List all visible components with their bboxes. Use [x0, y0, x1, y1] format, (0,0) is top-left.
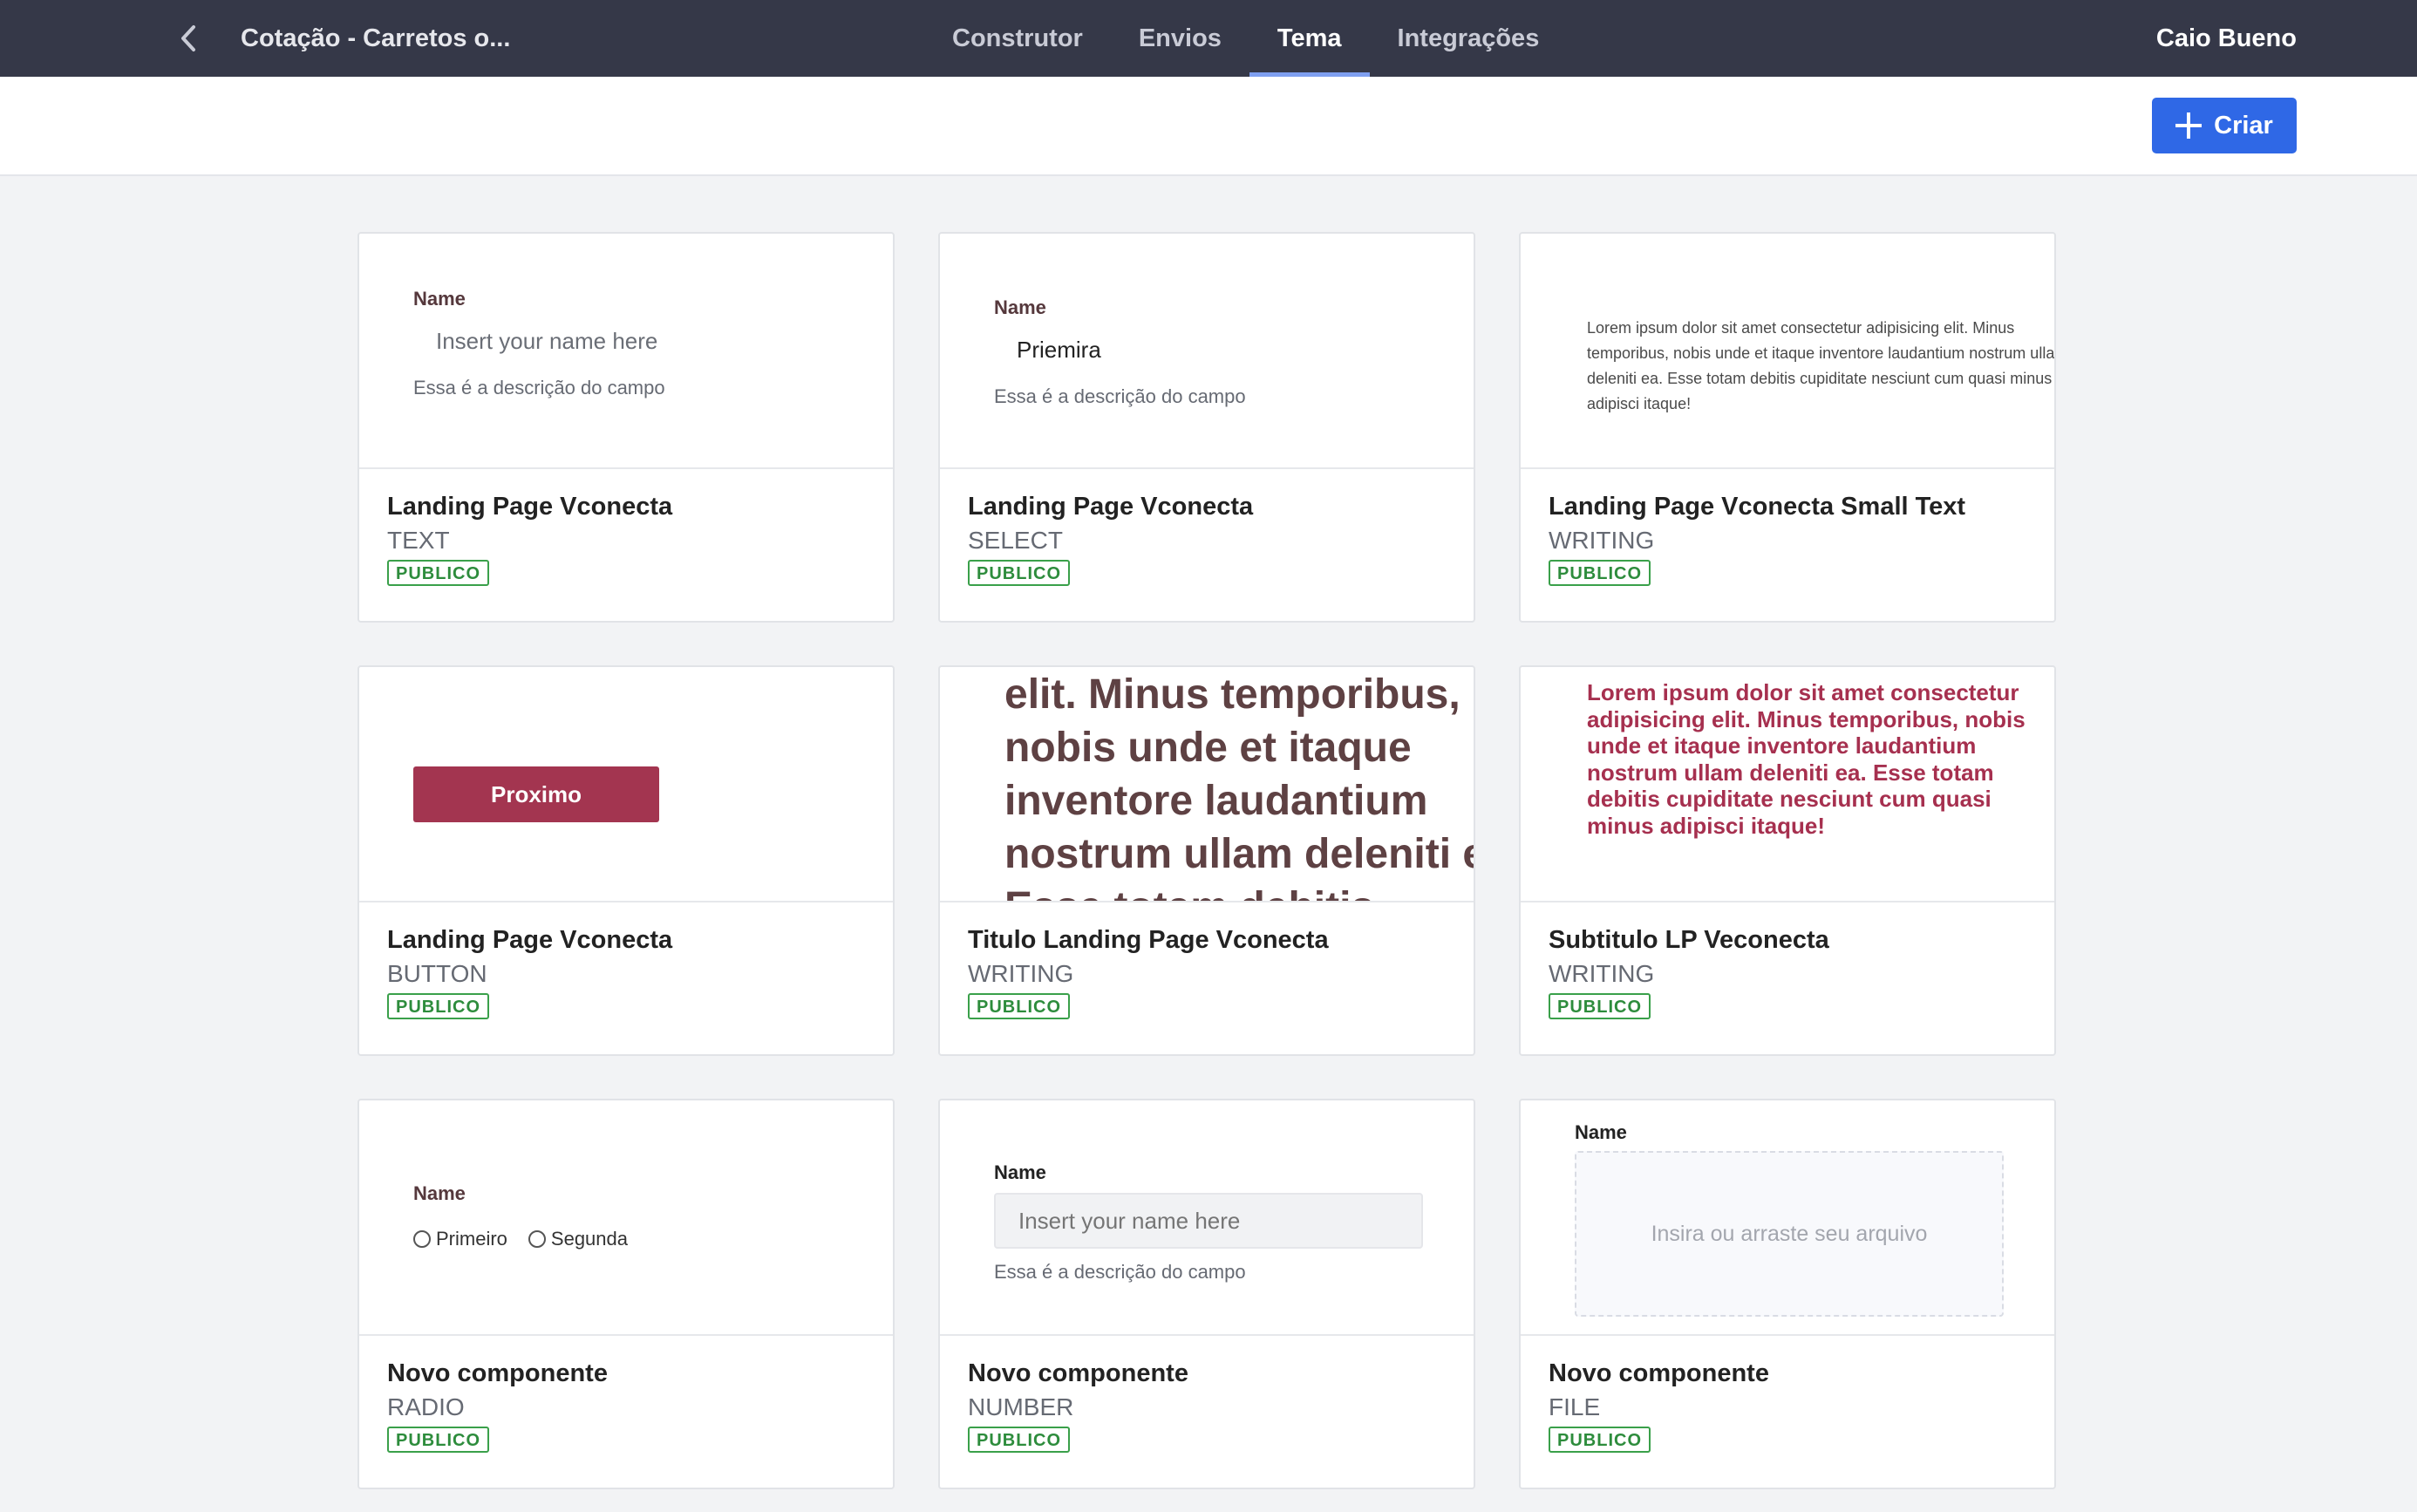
component-card[interactable]: Name Insira ou arraste seu arquivo Novo …: [1519, 1099, 2056, 1489]
component-card[interactable]: Name Primeiro Segunda Novo componente RA…: [357, 1099, 895, 1489]
component-card[interactable]: Name Insert your name here Essa é a desc…: [357, 232, 895, 623]
card-info: Novo componente RADIO PUBLICO: [387, 1359, 872, 1453]
component-card[interactable]: Proximo Landing Page Vconecta BUTTON PUB…: [357, 665, 895, 1056]
card-preview-button: Proximo: [359, 667, 893, 902]
component-card[interactable]: Name Priemira Essa é a descrição do camp…: [938, 232, 1475, 623]
card-title: Landing Page Vconecta: [968, 493, 1254, 521]
preview-radio-group: Primeiro Segunda: [413, 1228, 628, 1250]
card-preview-file: Name Insira ou arraste seu arquivo: [1521, 1100, 2054, 1336]
card-type: WRITING: [1549, 960, 1655, 987]
card-info: Novo componente NUMBER PUBLICO: [968, 1359, 1453, 1453]
toolbar: Criar: [0, 77, 2417, 176]
preview-next-button[interactable]: Proximo: [413, 766, 659, 822]
card-title: Landing Page Vconecta: [387, 926, 673, 954]
card-info: Novo componente FILE PUBLICO: [1549, 1359, 2033, 1453]
preview-file-dropzone[interactable]: Insira ou arraste seu arquivo: [1575, 1151, 2004, 1317]
card-type: FILE: [1549, 1393, 1601, 1420]
tab-construtor[interactable]: Construtor: [924, 0, 1111, 77]
card-info: Landing Page Vconecta TEXT PUBLICO: [387, 492, 872, 586]
card-title: Landing Page Vconecta Small Text: [1549, 493, 1966, 521]
radio-option-label: Segunda: [550, 1228, 628, 1250]
card-title: Novo componente: [1549, 1359, 1769, 1387]
preview-field-label: Name: [994, 296, 1046, 318]
component-card[interactable]: consectetur adipisicing elit. Minus temp…: [938, 665, 1475, 1056]
radio-circle-icon[interactable]: [413, 1230, 431, 1248]
card-info: Landing Page Vconecta Small Text WRITING…: [1549, 492, 2033, 586]
create-button-label: Criar: [2214, 111, 2273, 140]
card-preview-subtitle: Lorem ipsum dolor sit amet consectetur a…: [1521, 667, 2054, 902]
user-menu[interactable]: Caio Bueno: [2156, 21, 2297, 56]
form-title[interactable]: Cotação - Carretos o...: [241, 21, 510, 56]
card-preview-radio: Name Primeiro Segunda: [359, 1100, 893, 1336]
card-type: NUMBER: [968, 1393, 1074, 1420]
status-badge: PUBLICO: [968, 560, 1070, 586]
preview-text-input: Insert your name here: [436, 328, 658, 354]
radio-option-label: Primeiro: [436, 1228, 507, 1250]
card-type: WRITING: [968, 960, 1074, 987]
preview-field-label: Name: [1575, 1121, 1627, 1143]
card-preview-select: Name Priemira Essa é a descrição do camp…: [940, 234, 1474, 469]
preview-field-description: Essa é a descrição do campo: [994, 1261, 1246, 1283]
preview-small-text: Lorem ipsum dolor sit amet consectetur a…: [1587, 319, 2054, 412]
tab-integracoes[interactable]: Integrações: [1370, 0, 1568, 77]
chevron-left-icon: [181, 25, 195, 51]
status-badge: PUBLICO: [1549, 560, 1651, 586]
status-badge: PUBLICO: [1549, 1427, 1651, 1453]
component-card[interactable]: Lorem ipsum dolor sit amet consectetur a…: [1519, 232, 2056, 623]
card-title: Subtitulo LP Veconecta: [1549, 926, 1829, 954]
radio-option-segunda[interactable]: Segunda: [528, 1228, 628, 1250]
card-type: TEXT: [387, 527, 450, 554]
tab-envios[interactable]: Envios: [1111, 0, 1249, 77]
card-preview-text: Name Insert your name here Essa é a desc…: [359, 234, 893, 469]
plus-icon: [2175, 112, 2203, 139]
preview-subtitle-text: Lorem ipsum dolor sit amet consectetur a…: [1587, 679, 2026, 839]
status-badge: PUBLICO: [387, 1427, 489, 1453]
card-title: Titulo Landing Page Vconecta: [968, 926, 1329, 954]
status-badge: PUBLICO: [1549, 993, 1651, 1019]
radio-circle-icon[interactable]: [528, 1230, 546, 1248]
card-preview-title: consectetur adipisicing elit. Minus temp…: [940, 667, 1474, 902]
card-type: RADIO: [387, 1393, 465, 1420]
card-title: Novo componente: [387, 1359, 608, 1387]
status-badge: PUBLICO: [968, 1427, 1070, 1453]
card-title: Novo componente: [968, 1359, 1188, 1387]
card-info: Landing Page Vconecta BUTTON PUBLICO: [387, 925, 872, 1019]
card-preview-number: Name Essa é a descrição do campo: [940, 1100, 1474, 1336]
card-info: Titulo Landing Page Vconecta WRITING PUB…: [968, 925, 1453, 1019]
create-button[interactable]: Criar: [2152, 98, 2297, 153]
preview-number-input[interactable]: [994, 1193, 1423, 1249]
preview-title-text: consectetur adipisicing elit. Minus temp…: [1004, 671, 1474, 901]
status-badge: PUBLICO: [387, 993, 489, 1019]
preview-field-description: Essa é a descrição do campo: [413, 377, 665, 398]
card-preview-small-text: Lorem ipsum dolor sit amet consectetur a…: [1521, 234, 2054, 469]
component-card[interactable]: Name Essa é a descrição do campo Novo co…: [938, 1099, 1475, 1489]
top-navbar: Cotação - Carretos o... Construtor Envio…: [0, 0, 2417, 77]
card-info: Subtitulo LP Veconecta WRITING PUBLICO: [1549, 925, 2033, 1019]
tab-tema[interactable]: Tema: [1249, 0, 1370, 77]
card-title: Landing Page Vconecta: [387, 493, 673, 521]
status-badge: PUBLICO: [968, 993, 1070, 1019]
preview-field-label: Name: [994, 1161, 1046, 1183]
card-info: Landing Page Vconecta SELECT PUBLICO: [968, 492, 1453, 586]
preview-select-value: Priemira: [1017, 337, 1101, 363]
preview-field-label: Name: [413, 1182, 466, 1204]
card-type: SELECT: [968, 527, 1063, 554]
card-type: WRITING: [1549, 527, 1655, 554]
nav-tabs: Construtor Envios Tema Integrações: [924, 0, 1567, 77]
radio-option-primeiro[interactable]: Primeiro: [413, 1228, 507, 1250]
preview-field-description: Essa é a descrição do campo: [994, 385, 1246, 407]
card-type: BUTTON: [387, 960, 487, 987]
component-card[interactable]: Lorem ipsum dolor sit amet consectetur a…: [1519, 665, 2056, 1056]
back-button[interactable]: [171, 21, 206, 56]
status-badge: PUBLICO: [387, 560, 489, 586]
preview-field-label: Name: [413, 288, 466, 310]
